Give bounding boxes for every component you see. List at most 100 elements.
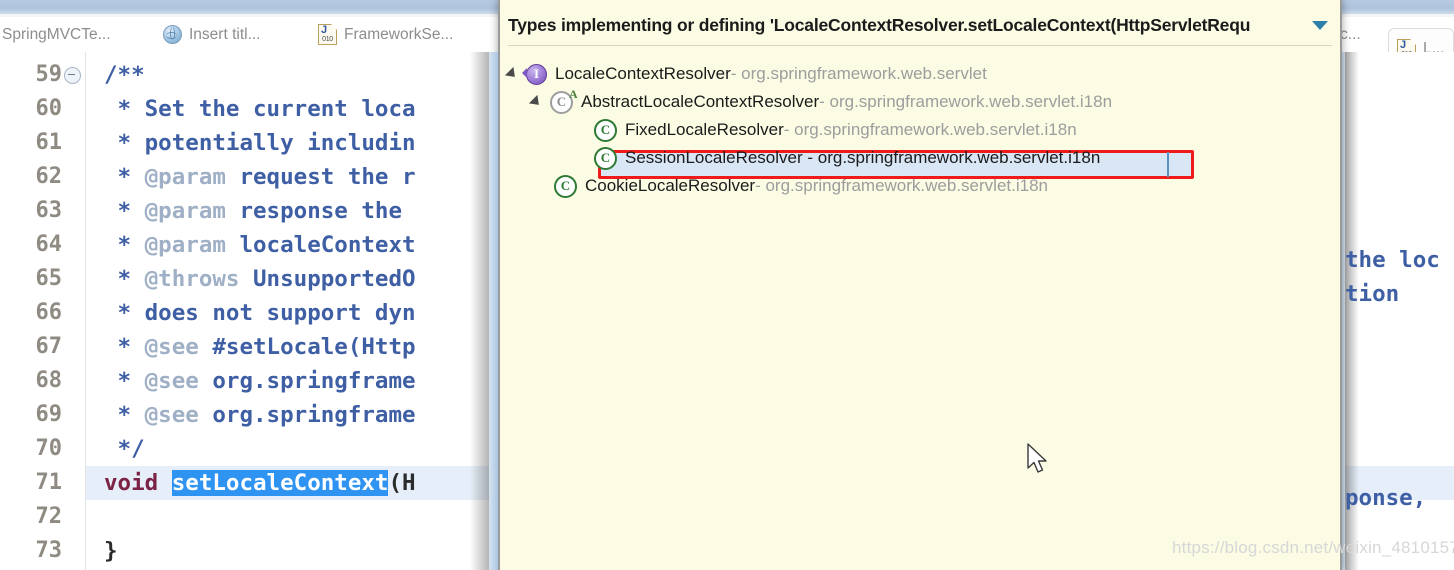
dialog-left-scrollbar[interactable]: [489, 52, 498, 570]
code-token: request the r: [225, 164, 416, 190]
code-token: *: [104, 334, 145, 360]
code-token: @see: [144, 402, 199, 428]
interface-icon: I: [522, 63, 547, 85]
code-token: org.springframe: [198, 368, 416, 394]
tree-expand-twisty-icon[interactable]: [528, 94, 544, 110]
code-token: org.springframe: [198, 402, 416, 428]
code-token: */: [104, 436, 145, 462]
tab-frameworkse[interactable]: J 010 FrameworkSe...: [318, 17, 453, 52]
code-token: @see: [144, 368, 199, 394]
class-icon: C: [594, 118, 617, 142]
code-line-fragment: tion: [1345, 281, 1400, 307]
tree-item-package: - org.springframework.web.servlet.i18n: [783, 120, 1077, 139]
tree-item-selected[interactable]: C SessionLocaleResolver - org.springframe…: [500, 144, 1340, 172]
code-fold-toggle-icon[interactable]: [64, 67, 81, 84]
file-010-digits: 010: [322, 36, 333, 43]
code-line: */: [104, 432, 145, 466]
code-line-fragment: the loc: [1345, 247, 1440, 273]
code-line: * @param localeContext: [104, 228, 416, 262]
dialog-title: Types implementing or defining 'LocaleCo…: [508, 14, 1251, 35]
tree-item-name: SessionLocaleResolver - org.springframew…: [625, 148, 1101, 167]
code-line: * @param response the: [104, 194, 416, 228]
tree-item-name: CookieLocaleResolver: [585, 176, 756, 195]
code-token: void: [104, 470, 159, 496]
tab-label: c...: [1340, 25, 1361, 43]
file-j-glyph: J: [321, 24, 328, 36]
dialog-left-shadow: [470, 52, 489, 570]
tab-c-truncated[interactable]: c...: [1340, 17, 1361, 52]
code-token: *: [104, 266, 145, 292]
line-number: 64: [35, 232, 63, 257]
line-number: 73: [35, 538, 63, 563]
line-number: 67: [35, 334, 63, 359]
code-token: }: [104, 538, 118, 564]
watermark: https://blog.csdn.net/weixin_48101575: [1172, 538, 1454, 557]
tab-label: Insert titl...: [189, 25, 261, 43]
tab-springmvcte[interactable]: SpringMVCTe...: [2, 17, 111, 52]
line-number: 65: [35, 266, 63, 291]
tree-expand-twisty-icon[interactable]: [504, 66, 520, 82]
tree-item-name: FixedLocaleResolver: [625, 120, 784, 139]
code-line: * does not support dyn: [104, 296, 416, 330]
line-number: 60: [35, 96, 63, 121]
code-line: * potentially includin: [104, 126, 416, 160]
tab-label: FrameworkSe...: [344, 25, 454, 43]
code-line: }: [104, 534, 118, 568]
line-number: 71: [35, 470, 63, 495]
type-hierarchy-tree[interactable]: I LocaleContextResolver - org.springframe…: [500, 56, 1340, 570]
code-line: * @param request the r: [104, 160, 416, 194]
abstract-class-icon: CA: [550, 87, 578, 114]
abstract-superscript-icon: A: [569, 86, 578, 101]
tree-item-package: - org.springframework.web.servlet.i18n: [755, 176, 1048, 195]
tree-item-package: - org.springframework.web.servlet.i18n: [819, 92, 1113, 111]
code-token: @param: [144, 232, 226, 258]
line-number: 66: [35, 300, 63, 325]
code-line: * @see org.springframe: [104, 364, 416, 398]
code-token: #setLocale(Http: [198, 334, 416, 360]
code-line-fragment: ponse,: [1345, 485, 1427, 511]
code-line: * @see org.springframe: [104, 398, 416, 432]
class-icon: C: [554, 174, 577, 198]
chevron-down-icon[interactable]: [1312, 20, 1328, 30]
code-line: /**: [104, 58, 145, 92]
code-line: * @throws UnsupportedO: [104, 262, 416, 296]
code-token: *: [104, 402, 145, 428]
line-number: 59: [35, 62, 63, 87]
tree-item[interactable]: C CookieLocaleResolver - org.springframew…: [500, 172, 1340, 200]
code-line: void setLocaleContext(H: [104, 466, 416, 500]
types-hierarchy-dialog[interactable]: Types implementing or defining 'LocaleCo…: [498, 0, 1342, 570]
tab-insert-title[interactable]: Insert titl...: [163, 17, 261, 52]
file-j-glyph: J: [1400, 38, 1407, 51]
code-token: @throws: [144, 266, 240, 292]
code-line: * @see #setLocale(Http: [104, 330, 416, 364]
tab-label: SpringMVCTe...: [2, 25, 111, 43]
tree-item[interactable]: C FixedLocaleResolver - org.springframewo…: [500, 116, 1340, 144]
tree-item[interactable]: I LocaleContextResolver - org.springframe…: [500, 60, 1340, 88]
code-token: setLocaleContext: [171, 470, 389, 496]
code-token: @param: [144, 164, 226, 190]
code-token: UnsupportedO: [239, 266, 416, 292]
line-number: 68: [35, 368, 63, 393]
line-number: 69: [35, 402, 63, 427]
code-token: * does not support dyn: [104, 300, 416, 326]
line-number: 70: [35, 436, 63, 461]
tree-item-package: - org.springframework.web.servlet: [730, 64, 987, 83]
code-token: * potentially includin: [104, 130, 416, 156]
line-number: 61: [35, 130, 63, 155]
tree-item[interactable]: C A AbstractLocaleContextResolver - org.sp…: [500, 87, 1340, 116]
dialog-title-bar: Types implementing or defining 'LocaleCo…: [508, 5, 1332, 46]
line-number: 62: [35, 164, 63, 189]
code-line: * Set the current loca: [104, 92, 416, 126]
code-token: /**: [104, 62, 145, 88]
code-token: @param: [144, 198, 226, 224]
class-icon: C: [594, 146, 617, 170]
code-token: *: [104, 198, 145, 224]
code-token: response the: [225, 198, 416, 224]
tree-item-name: AbstractLocaleContextResolver: [581, 92, 820, 111]
globe-icon: [163, 25, 182, 44]
code-token: (H: [388, 470, 416, 496]
tree-item-name: LocaleContextResolver: [555, 64, 731, 83]
code-token: *: [104, 164, 145, 190]
code-token: *: [104, 232, 145, 258]
